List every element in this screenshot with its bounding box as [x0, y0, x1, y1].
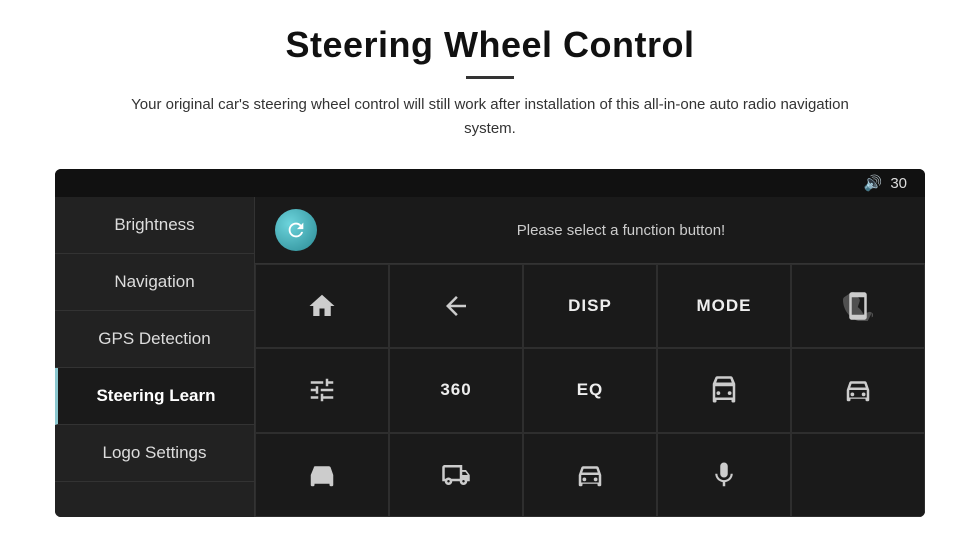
page-subtitle: Your original car's steering wheel contr…: [110, 93, 870, 141]
sidebar: Brightness Navigation GPS Detection Stee…: [55, 197, 255, 517]
volume-icon: 🔊: [864, 174, 883, 192]
home-button[interactable]: [255, 264, 389, 348]
status-text: Please select a function button!: [337, 222, 905, 239]
disp-button[interactable]: DISP: [523, 264, 657, 348]
sync-icon[interactable]: [275, 209, 317, 251]
mode-button[interactable]: MODE: [657, 264, 791, 348]
title-divider: [466, 76, 514, 79]
main-panel: Please select a function button! DISP MO…: [255, 197, 925, 517]
device-topbar: 🔊 30: [55, 169, 925, 197]
page-header: Steering Wheel Control Your original car…: [0, 0, 980, 151]
volume-value: 30: [890, 175, 907, 192]
tune-button[interactable]: [255, 348, 389, 432]
sidebar-item-logo-settings[interactable]: Logo Settings: [55, 425, 254, 482]
camera-back-button[interactable]: [791, 348, 925, 432]
top-row: Please select a function button!: [255, 197, 925, 264]
sidebar-item-gps-detection[interactable]: GPS Detection: [55, 311, 254, 368]
eq-button[interactable]: EQ: [523, 348, 657, 432]
sidebar-item-steering-learn[interactable]: Steering Learn: [55, 368, 254, 425]
car-right-button[interactable]: [523, 433, 657, 517]
no-call-button[interactable]: [791, 264, 925, 348]
function-grid: DISP MODE 360 EQ: [255, 264, 925, 517]
camera-front-button[interactable]: [657, 348, 791, 432]
sidebar-item-brightness[interactable]: Brightness: [55, 197, 254, 254]
mic-button[interactable]: [657, 433, 791, 517]
sidebar-item-navigation[interactable]: Navigation: [55, 254, 254, 311]
car-top-button[interactable]: [255, 433, 389, 517]
device-container: 🔊 30 Brightness Navigation GPS Detection…: [55, 169, 925, 517]
empty-cell-5: [791, 433, 925, 517]
car-left-button[interactable]: [389, 433, 523, 517]
360-button[interactable]: 360: [389, 348, 523, 432]
page-title: Steering Wheel Control: [60, 24, 920, 66]
back-button[interactable]: [389, 264, 523, 348]
device-body: Brightness Navigation GPS Detection Stee…: [55, 197, 925, 517]
